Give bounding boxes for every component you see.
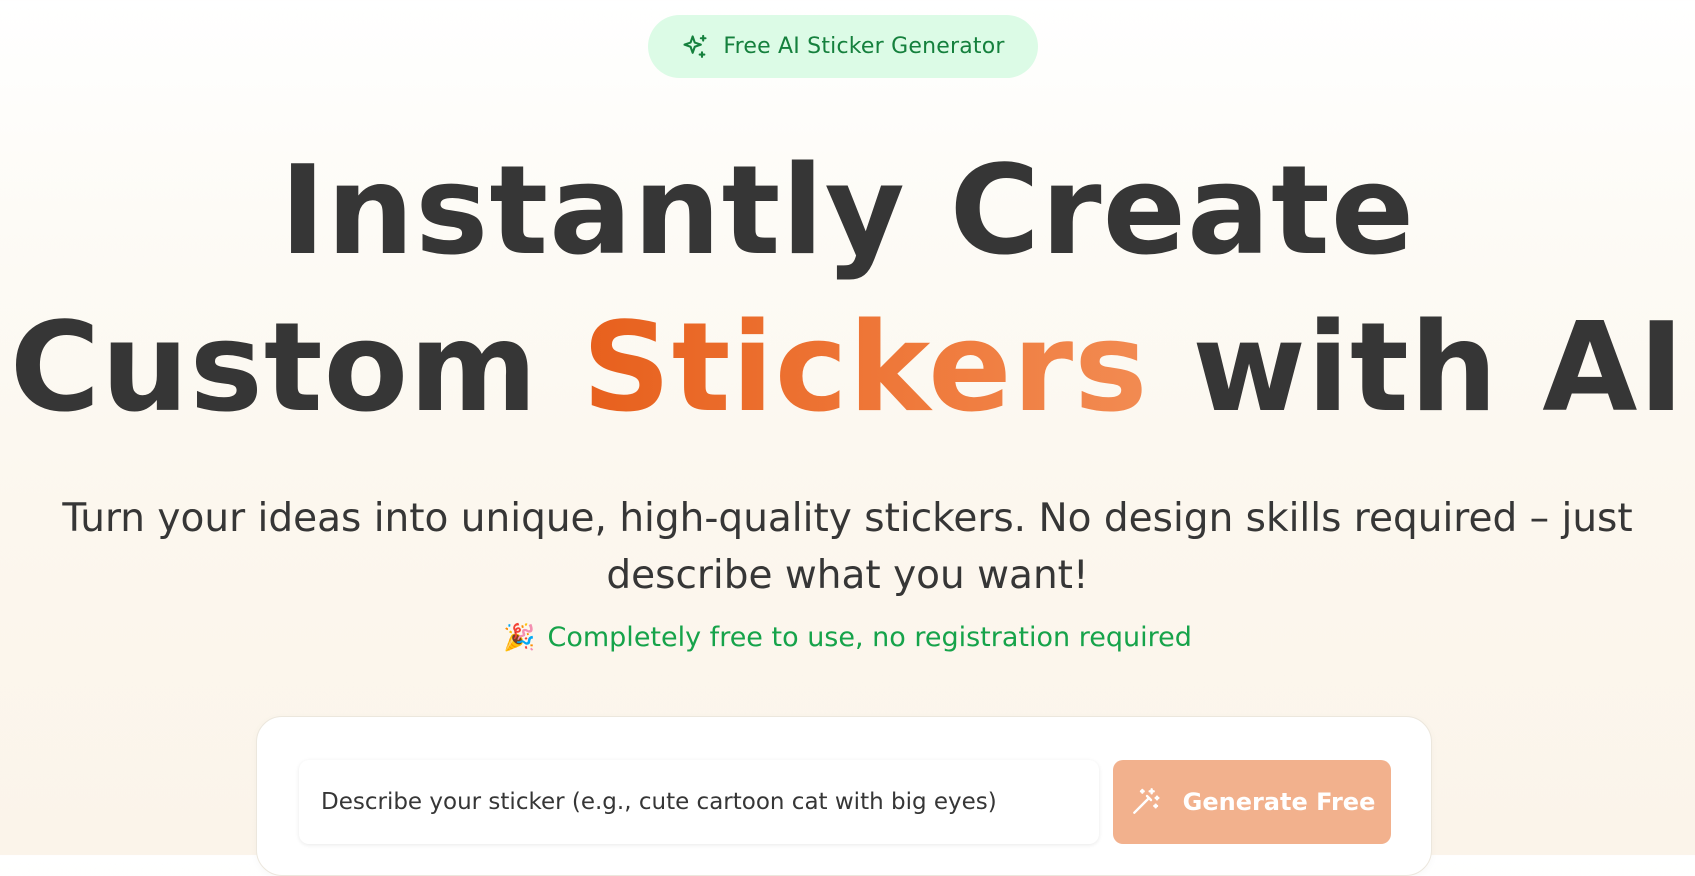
free-usage-note: 🎉 Completely free to use, no registratio… bbox=[0, 622, 1695, 653]
generator-card: Generate Free bbox=[256, 716, 1432, 876]
headline-text: with AI bbox=[1148, 297, 1686, 440]
generate-button-label: Generate Free bbox=[1182, 788, 1376, 816]
headline-line-1: Instantly Create bbox=[279, 140, 1416, 283]
free-usage-text: Completely free to use, no registration … bbox=[547, 622, 1192, 653]
sparkles-icon bbox=[683, 34, 707, 58]
headline-text: Custom bbox=[9, 297, 583, 440]
headline-line-2: Custom Stickers with AI bbox=[0, 307, 1695, 430]
headline-accent-word: Stickers bbox=[582, 297, 1149, 440]
generate-button[interactable]: Generate Free bbox=[1113, 760, 1391, 844]
sticker-prompt-input[interactable] bbox=[299, 760, 1099, 844]
magic-wand-icon bbox=[1132, 788, 1160, 814]
badge-label: Free AI Sticker Generator bbox=[723, 34, 1005, 59]
party-popper-icon: 🎉 bbox=[503, 622, 536, 653]
hero-subtitle: Turn your ideas into unique, high-qualit… bbox=[62, 496, 1633, 598]
hero-badge: Free AI Sticker Generator bbox=[648, 15, 1038, 78]
